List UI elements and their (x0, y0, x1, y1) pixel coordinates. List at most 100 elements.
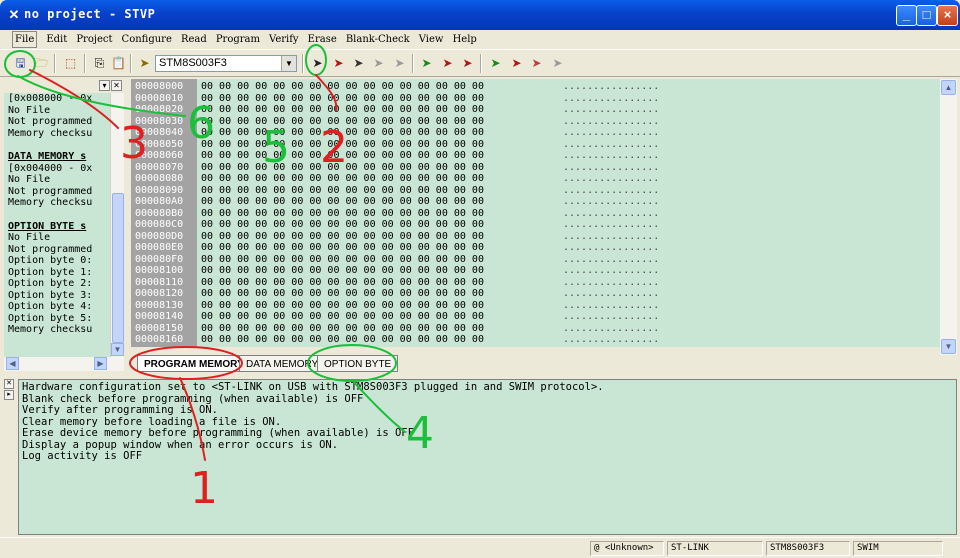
hex-row[interactable]: 00008010 00 00 00 00 00 00 00 00 00 00 00… (131, 93, 937, 105)
menu-verify[interactable]: Verify (269, 30, 299, 49)
chevron-down-icon[interactable]: ▼ (281, 56, 296, 71)
row-ascii: ................ (563, 299, 660, 311)
program-current-tab-icon[interactable]: ➤ (418, 55, 435, 72)
row-bytes[interactable]: 00 00 00 00 00 00 00 00 00 00 00 00 00 0… (201, 116, 484, 128)
menu-program[interactable]: Program (216, 30, 260, 49)
hex-row[interactable]: 00008050 00 00 00 00 00 00 00 00 00 00 00… (131, 139, 937, 151)
row-bytes[interactable]: 00 00 00 00 00 00 00 00 00 00 00 00 00 0… (201, 104, 484, 116)
row-bytes[interactable]: 00 00 00 00 00 00 00 00 00 00 00 00 00 0… (201, 139, 484, 151)
maximize-button[interactable]: □ (916, 5, 937, 26)
row-bytes[interactable]: 00 00 00 00 00 00 00 00 00 00 00 00 00 0… (201, 311, 484, 323)
close-button[interactable]: × (937, 5, 958, 26)
info-line: Memory checksu (8, 197, 93, 208)
menu-project[interactable]: Project (76, 30, 112, 49)
row-bytes[interactable]: 00 00 00 00 00 00 00 00 00 00 00 00 00 0… (201, 242, 484, 254)
row-bytes[interactable]: 00 00 00 00 00 00 00 00 00 00 00 00 00 0… (201, 185, 484, 197)
verify-icon[interactable]: ➤ (370, 55, 387, 72)
scroll-down-icon[interactable]: ▼ (111, 343, 124, 356)
save-icon[interactable]: 🖫 (12, 55, 29, 72)
blank-check-icon[interactable]: ➤ (549, 55, 566, 72)
hex-row[interactable]: 00008080 00 00 00 00 00 00 00 00 00 00 00… (131, 173, 937, 185)
read-all-tabs-icon[interactable]: ➤ (330, 55, 347, 72)
menu-edit[interactable]: Edit (46, 30, 67, 49)
scroll-down-icon[interactable]: ▼ (941, 339, 956, 354)
hex-row[interactable]: 00008090 00 00 00 00 00 00 00 00 00 00 00… (131, 185, 937, 197)
row-bytes[interactable]: 00 00 00 00 00 00 00 00 00 00 00 00 00 0… (201, 127, 484, 139)
row-bytes[interactable]: 00 00 00 00 00 00 00 00 00 00 00 00 00 0… (201, 288, 484, 300)
erase-icon[interactable]: ➤ (391, 55, 408, 72)
hex-row[interactable]: 00008060 00 00 00 00 00 00 00 00 00 00 00… (131, 150, 937, 162)
row-address: 00008010 (135, 92, 184, 104)
hex-row[interactable]: 00008040 00 00 00 00 00 00 00 00 00 00 00… (131, 127, 937, 139)
scroll-left-icon[interactable]: ◀ (6, 357, 19, 370)
scroll-up-icon[interactable]: ▲ (941, 80, 956, 95)
pin-icon[interactable]: ▸ (4, 390, 14, 400)
hex-row[interactable]: 000080C0 00 00 00 00 00 00 00 00 00 00 00… (131, 219, 937, 231)
hex-row[interactable]: 000080B0 00 00 00 00 00 00 00 00 00 00 00… (131, 208, 937, 220)
row-bytes[interactable]: 00 00 00 00 00 00 00 00 00 00 00 00 00 0… (201, 334, 484, 346)
hex-row[interactable]: 00008070 00 00 00 00 00 00 00 00 00 00 00… (131, 162, 937, 174)
hex-row[interactable]: 00008140 00 00 00 00 00 00 00 00 00 00 00… (131, 311, 937, 323)
row-bytes[interactable]: 00 00 00 00 00 00 00 00 00 00 00 00 00 0… (201, 231, 484, 243)
menu-erase[interactable]: Erase (308, 30, 337, 49)
menu-help[interactable]: Help (453, 30, 477, 49)
hex-row[interactable]: 00008120 00 00 00 00 00 00 00 00 00 00 00… (131, 288, 937, 300)
device-select[interactable]: STM8S003F3 ▼ (155, 55, 297, 72)
hex-vertical-scrollbar[interactable]: ▲ ▼ (940, 79, 957, 355)
program-icon[interactable]: ➤ (350, 55, 367, 72)
tab-program-memory[interactable]: PROGRAM MEMORY (137, 355, 251, 372)
tab-option-byte[interactable]: OPTION BYTE (317, 355, 399, 372)
chip-icon[interactable]: ⬚ (62, 55, 79, 72)
open-folder-icon[interactable]: 🗁 (33, 55, 50, 72)
minimize-button[interactable]: _ (896, 5, 917, 26)
row-bytes[interactable]: 00 00 00 00 00 00 00 00 00 00 00 00 00 0… (201, 300, 484, 312)
erase-current-tab-icon[interactable]: ➤ (508, 55, 525, 72)
scroll-right-icon[interactable]: ▶ (94, 357, 107, 370)
hex-row[interactable]: 00008000 00 00 00 00 00 00 00 00 00 00 00… (131, 81, 937, 93)
row-bytes[interactable]: 00 00 00 00 00 00 00 00 00 00 00 00 00 0… (201, 323, 484, 335)
row-bytes[interactable]: 00 00 00 00 00 00 00 00 00 00 00 00 00 0… (201, 265, 484, 277)
hex-row[interactable]: 000080A0 00 00 00 00 00 00 00 00 00 00 00… (131, 196, 937, 208)
scroll-thumb[interactable] (112, 193, 124, 343)
row-bytes[interactable]: 00 00 00 00 00 00 00 00 00 00 00 00 00 0… (201, 93, 484, 105)
menu-blank-check[interactable]: Blank-Check (346, 30, 410, 49)
left-vertical-scrollbar[interactable]: ▼ (110, 93, 124, 357)
hex-row[interactable]: 00008030 00 00 00 00 00 00 00 00 00 00 00… (131, 116, 937, 128)
left-horizontal-scrollbar[interactable]: ◀ ▶ (4, 357, 124, 371)
copy-icon[interactable]: ⎘ (91, 55, 108, 72)
hex-row[interactable]: 000080F0 00 00 00 00 00 00 00 00 00 00 00… (131, 254, 937, 266)
program-all-tabs-icon[interactable]: ➤ (439, 55, 456, 72)
verify-current-tab-icon[interactable]: ➤ (459, 55, 476, 72)
hex-row[interactable]: 00008160 00 00 00 00 00 00 00 00 00 00 00… (131, 334, 937, 346)
paste-icon[interactable]: 📋 (110, 55, 127, 72)
row-bytes[interactable]: 00 00 00 00 00 00 00 00 00 00 00 00 00 0… (201, 254, 484, 266)
pin-icon[interactable]: ▾ (99, 80, 110, 91)
menu-read[interactable]: Read (181, 30, 207, 49)
hex-row[interactable]: 000080D0 00 00 00 00 00 00 00 00 00 00 00… (131, 231, 937, 243)
row-bytes[interactable]: 00 00 00 00 00 00 00 00 00 00 00 00 00 0… (201, 173, 484, 185)
row-ascii: ................ (563, 311, 660, 322)
erase-all-tabs-icon[interactable]: ➤ (528, 55, 545, 72)
tab-data-memory[interactable]: DATA MEMORY (239, 355, 326, 372)
hex-row[interactable]: 00008130 00 00 00 00 00 00 00 00 00 00 00… (131, 300, 937, 312)
hex-row[interactable]: 00008020 00 00 00 00 00 00 00 00 00 00 00… (131, 104, 937, 116)
row-bytes[interactable]: 00 00 00 00 00 00 00 00 00 00 00 00 00 0… (201, 196, 484, 208)
row-bytes[interactable]: 00 00 00 00 00 00 00 00 00 00 00 00 00 0… (201, 81, 484, 93)
hex-row[interactable]: 000080E0 00 00 00 00 00 00 00 00 00 00 00… (131, 242, 937, 254)
hex-row[interactable]: 00008150 00 00 00 00 00 00 00 00 00 00 00… (131, 323, 937, 335)
menu-configure[interactable]: Configure (122, 30, 172, 49)
close-icon[interactable]: ✕ (111, 80, 122, 91)
row-bytes[interactable]: 00 00 00 00 00 00 00 00 00 00 00 00 00 0… (201, 150, 484, 162)
row-bytes[interactable]: 00 00 00 00 00 00 00 00 00 00 00 00 00 0… (201, 219, 484, 231)
hex-row[interactable]: 00008100 00 00 00 00 00 00 00 00 00 00 00… (131, 265, 937, 277)
close-icon[interactable]: ✕ (4, 379, 14, 389)
read-current-tab-icon[interactable]: ➤ (309, 55, 326, 72)
menu-view[interactable]: View (419, 30, 444, 49)
hex-row[interactable]: 00008110 00 00 00 00 00 00 00 00 00 00 00… (131, 277, 937, 289)
row-bytes[interactable]: 00 00 00 00 00 00 00 00 00 00 00 00 00 0… (201, 277, 484, 289)
menu-file[interactable]: File (12, 31, 38, 48)
row-bytes[interactable]: 00 00 00 00 00 00 00 00 00 00 00 00 00 0… (201, 162, 484, 174)
hex-memory-view[interactable]: 00008000 00 00 00 00 00 00 00 00 00 00 00… (131, 79, 957, 347)
verify-all-tabs-icon[interactable]: ➤ (487, 55, 504, 72)
row-bytes[interactable]: 00 00 00 00 00 00 00 00 00 00 00 00 00 0… (201, 208, 484, 220)
